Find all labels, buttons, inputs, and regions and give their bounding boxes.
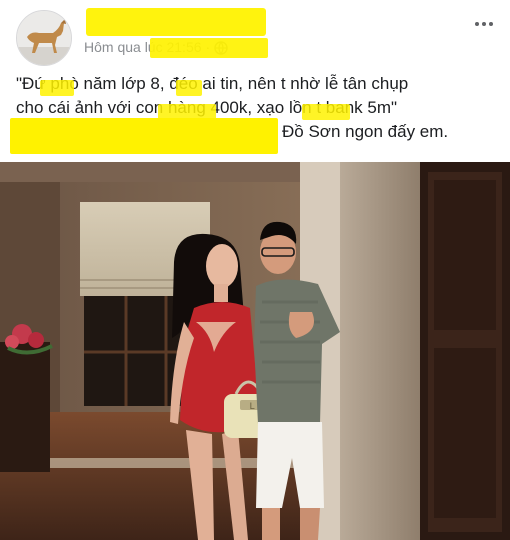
- bag-charm-letter: L: [249, 402, 254, 412]
- caption-redaction-block: [10, 118, 278, 154]
- author-name-redacted[interactable]: [86, 8, 266, 36]
- caption-line: "Đứ phò năm lớp 8, đéo ai tin, nên t nhờ…: [16, 74, 409, 93]
- post-photo[interactable]: L: [0, 162, 510, 540]
- timestamp-redaction: [150, 38, 268, 58]
- caption-redaction: [176, 80, 202, 96]
- caption-redaction: [40, 80, 74, 96]
- post-header: Hôm qua lúc 21:56·: [0, 0, 510, 66]
- photo-image: L: [0, 162, 510, 540]
- dog-avatar-image: [17, 11, 71, 65]
- caption-redaction: [302, 104, 350, 120]
- more-options-icon[interactable]: [470, 16, 498, 32]
- author-avatar[interactable]: [16, 10, 72, 66]
- caption-line: cho cái ảnh với con hàng 400k, xạo lồn t…: [16, 98, 398, 117]
